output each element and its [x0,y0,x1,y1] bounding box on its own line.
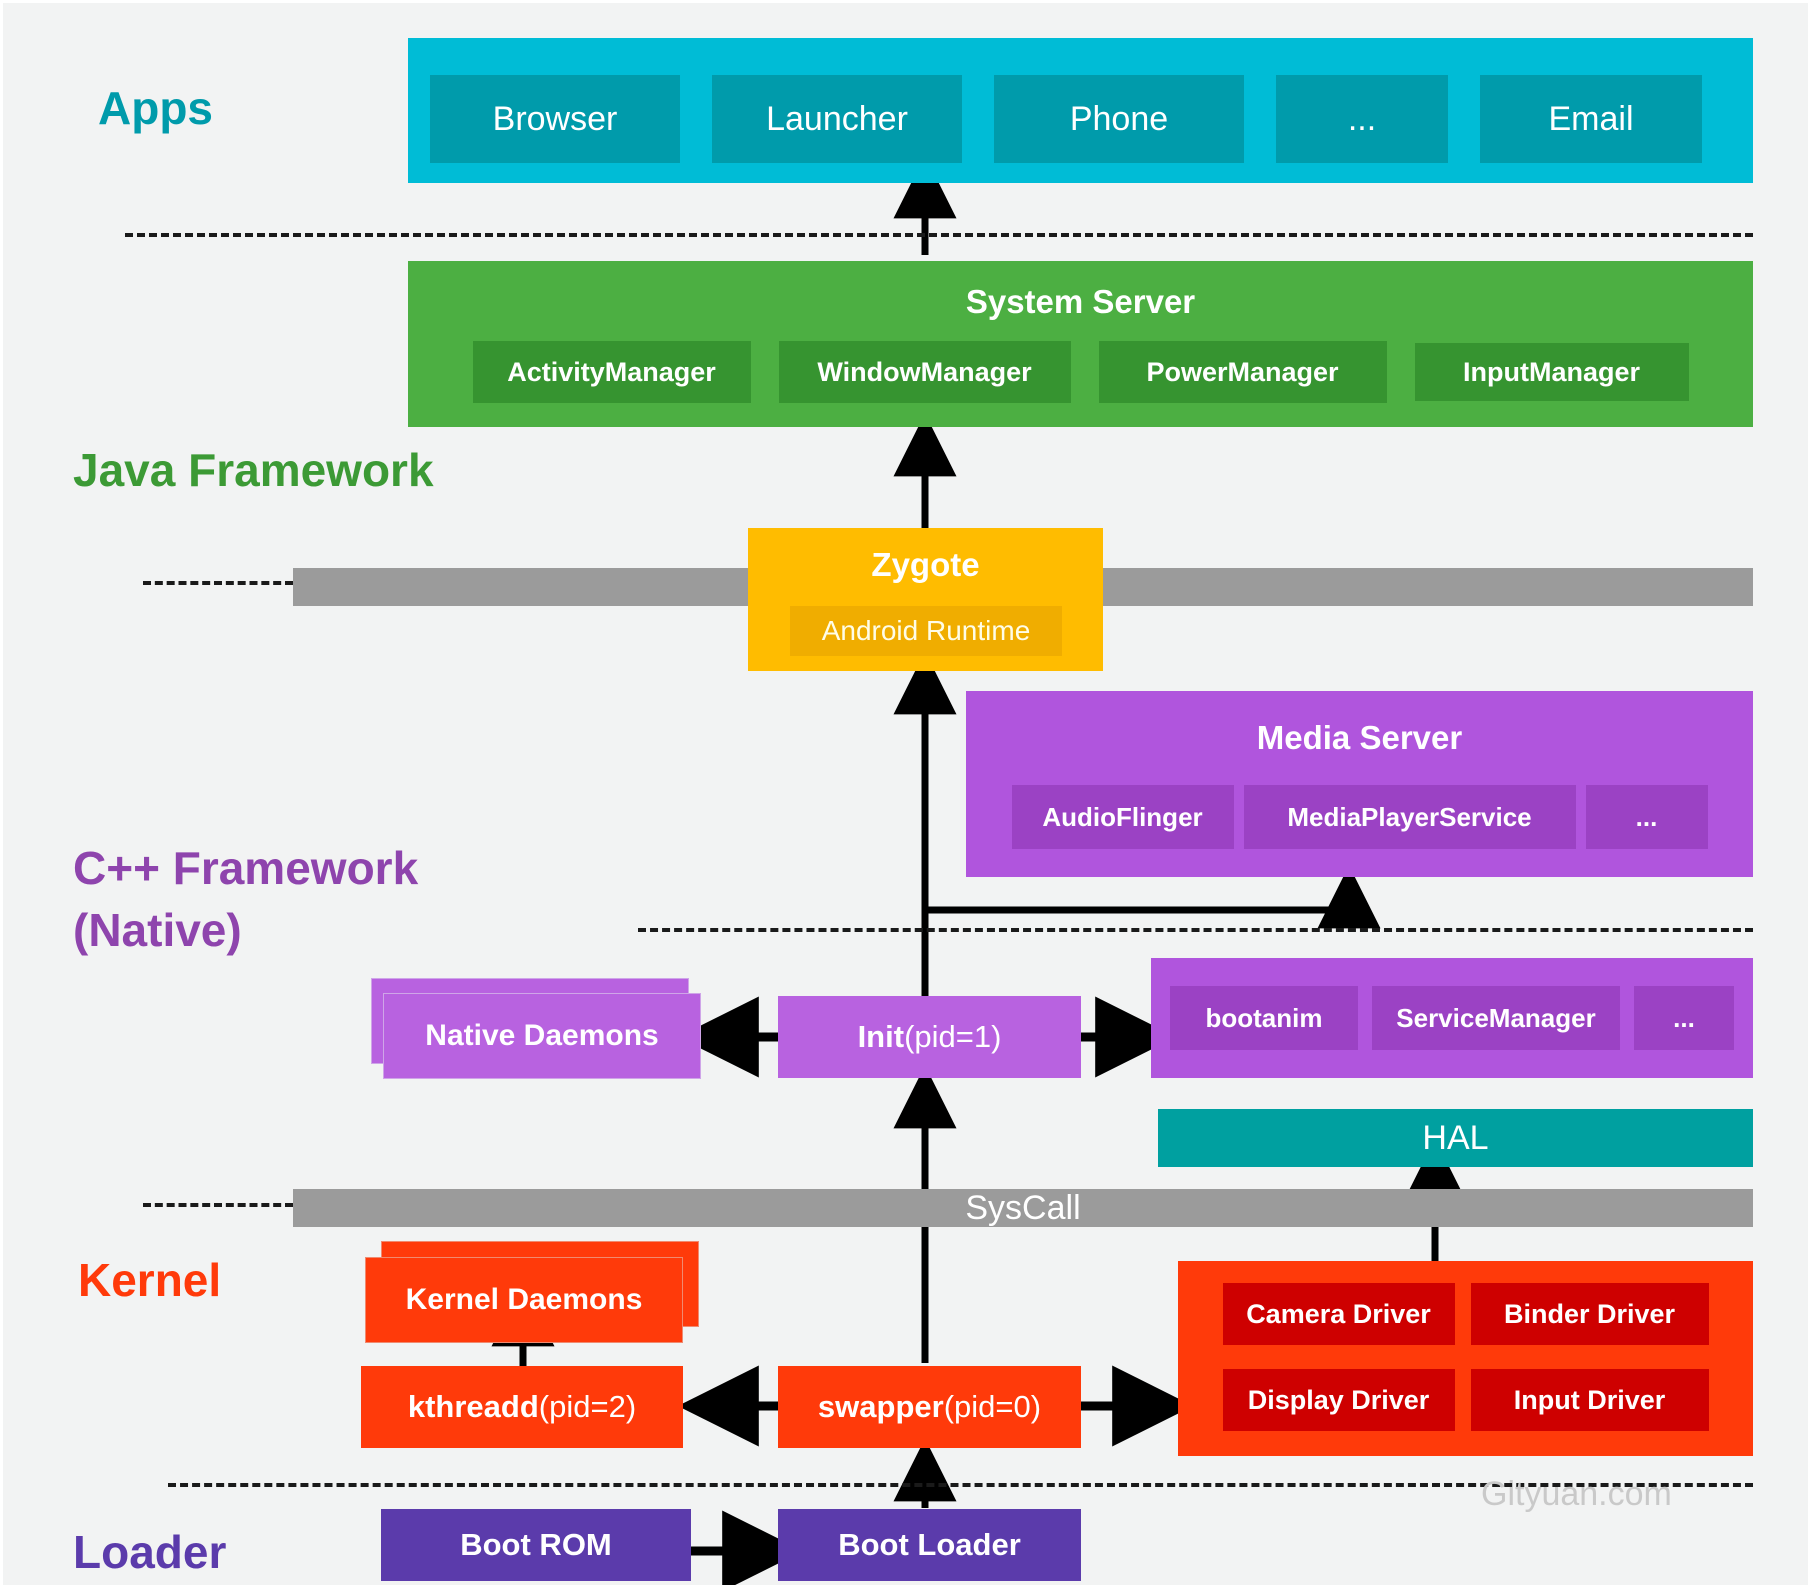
driver-binder[interactable]: Binder Driver [1470,1283,1709,1345]
layer-title-apps: Apps [98,82,213,134]
layer-title-cpp-framework: C++ Framework [73,842,419,894]
service-windowmanager[interactable]: WindowManager [778,341,1071,403]
system-server-title: System Server [965,283,1196,320]
swapper-name: swapper [817,1389,944,1424]
syscall-label: SysCall [965,1188,1081,1227]
service-bootanim[interactable]: bootanim [1170,986,1358,1050]
divider-syscall-left [143,1203,293,1207]
kernel-drivers-band: Camera Driver Binder Driver Display Driv… [1178,1261,1753,1456]
service-audioflinger[interactable]: AudioFlinger [1011,785,1234,849]
app-phone[interactable]: Phone [994,75,1244,163]
boot-loader-box[interactable]: Boot Loader [778,1509,1081,1581]
diagram-canvas: Apps Java Framework C++ Framework (Nativ… [0,0,1811,1588]
media-server-band: Media Server AudioFlinger MediaPlayerSer… [966,691,1753,877]
android-runtime-box: Android Runtime [790,606,1062,656]
divider-jni-left [143,581,293,585]
apps-band: Browser Launcher Phone ... Email [408,38,1753,183]
hal-box[interactable]: HAL [1158,1109,1753,1167]
swapper-pid: (pid=0) [943,1389,1042,1424]
syscall-bar: SysCall [293,1189,1753,1227]
zygote-title: Zygote [871,546,980,583]
layer-title-kernel: Kernel [78,1254,222,1306]
arrow-init-to-mediaserver [925,865,1381,929]
native-services-band: bootanim ServiceManager ... [1151,958,1753,1078]
kernel-daemons-box[interactable]: Kernel Daemons [365,1257,683,1343]
kthreadd-process-box[interactable]: kthreadd (pid=2) [361,1366,683,1448]
service-native-more[interactable]: ... [1634,986,1734,1050]
service-servicemanager[interactable]: ServiceManager [1372,986,1620,1050]
service-activitymanager[interactable]: ActivityManager [472,341,751,403]
app-more[interactable]: ... [1276,75,1448,163]
boot-rom-box[interactable]: Boot ROM [381,1509,691,1581]
service-media-more[interactable]: ... [1585,785,1708,849]
layer-title-cpp-framework-native: (Native) [73,904,242,956]
init-name: Init [857,1019,905,1054]
system-server-band: System Server ActivityManager WindowMana… [408,261,1753,427]
media-server-title: Media Server [1256,719,1463,756]
divider-native [638,928,1753,932]
kthreadd-pid: (pid=2) [538,1389,637,1424]
app-email[interactable]: Email [1480,75,1702,163]
native-daemons-box[interactable]: Native Daemons [383,993,701,1079]
divider-apps-framework [125,233,1753,237]
service-inputmanager[interactable]: InputManager [1414,343,1689,401]
zygote-box[interactable]: Zygote Android Runtime [748,528,1103,671]
watermark: Gityuan.com [1481,1475,1672,1513]
layer-title-loader: Loader [73,1526,227,1578]
service-mediaplayerservice[interactable]: MediaPlayerService [1243,785,1576,849]
driver-input[interactable]: Input Driver [1470,1369,1709,1431]
driver-camera[interactable]: Camera Driver [1222,1283,1455,1345]
app-browser[interactable]: Browser [430,75,680,163]
init-process-box[interactable]: Init (pid=1) [778,996,1081,1078]
service-powermanager[interactable]: PowerManager [1098,341,1387,403]
app-launcher[interactable]: Launcher [712,75,962,163]
kthreadd-name: kthreadd [407,1389,539,1424]
layer-title-java-framework: Java Framework [73,444,434,496]
init-pid: (pid=1) [904,1019,1002,1054]
swapper-process-box[interactable]: swapper (pid=0) [778,1366,1081,1448]
driver-display[interactable]: Display Driver [1222,1369,1455,1431]
